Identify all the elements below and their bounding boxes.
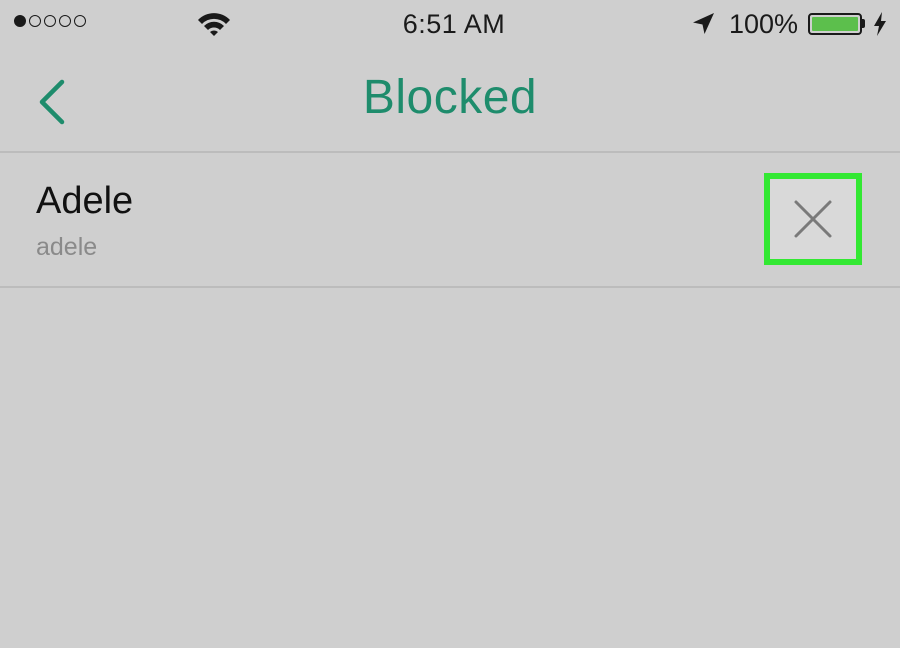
- blocked-user-username: adele: [36, 233, 98, 261]
- charging-bolt-icon: [874, 12, 886, 36]
- status-bar: 6:51 AM 100%: [0, 0, 900, 48]
- navigation-bar: Blocked: [0, 48, 900, 152]
- location-arrow-icon: [693, 13, 714, 34]
- row-divider: [0, 286, 900, 288]
- battery-terminal: [862, 19, 865, 28]
- blocked-user-display-name: Adele: [36, 180, 134, 222]
- unblock-button[interactable]: [764, 173, 862, 265]
- page-title: Blocked: [362, 71, 538, 124]
- battery-level-fill: [812, 17, 858, 31]
- blocked-user-row: Adele adele: [0, 153, 900, 286]
- battery-icon: [808, 13, 862, 35]
- battery-percentage: 100%: [729, 9, 799, 39]
- close-icon: [794, 200, 832, 238]
